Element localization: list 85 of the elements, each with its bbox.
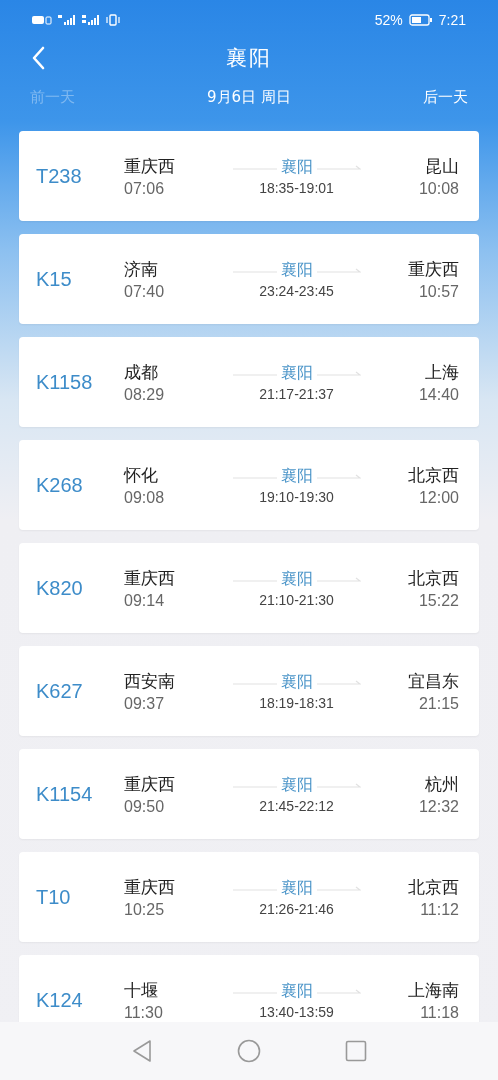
train-number: K268 [36, 473, 84, 497]
stop-station: 襄阳 [280, 568, 313, 590]
train-card[interactable]: K1158 成都 08:29 襄阳 21:17-21:37 上海 14:40 [19, 337, 479, 427]
battery-percent: 52% [374, 12, 403, 28]
train-card[interactable]: K1154 重庆西 09:50 襄阳 21:45-22:12 杭州 12:32 [19, 749, 479, 839]
arrival-time: 10:57 [418, 282, 459, 301]
back-nav-icon[interactable] [131, 1039, 153, 1063]
signal-icon [58, 15, 76, 25]
arrival-station: 上海南 [408, 978, 459, 1002]
train-card[interactable]: T10 重庆西 10:25 襄阳 21:26-21:46 北京西 11:12 [19, 852, 479, 942]
departure-station: 成都 [124, 360, 159, 384]
train-number: K124 [36, 988, 84, 1012]
stop-time: 23:24-23:45 [259, 282, 334, 299]
battery-icon [408, 14, 433, 26]
arrival-station: 宜昌东 [408, 669, 459, 693]
arrival-station: 上海 [425, 360, 459, 384]
departure-station: 重庆西 [124, 566, 176, 590]
departure-station: 重庆西 [124, 875, 176, 899]
arrival-time: 14:40 [418, 385, 459, 404]
train-number: T10 [36, 885, 72, 909]
train-number: K1154 [36, 782, 94, 806]
arrival-time: 11:12 [420, 900, 459, 919]
date-label: 9月6日 周日 [207, 87, 291, 107]
train-card[interactable]: T238 重庆西 07:06 襄阳 18:35-19:01 昆山 10:08 [19, 131, 479, 221]
departure-station: 重庆西 [124, 154, 176, 178]
stop-station: 襄阳 [280, 259, 313, 281]
stop-time: 19:10-19:30 [259, 488, 334, 505]
arrival-time: 12:32 [418, 797, 459, 816]
home-nav-icon[interactable] [237, 1039, 261, 1063]
departure-station: 怀化 [124, 463, 159, 487]
departure-time: 10:25 [124, 900, 166, 919]
stop-station: 襄阳 [280, 156, 313, 178]
stop-station: 襄阳 [280, 980, 313, 1002]
train-number: K820 [36, 576, 84, 600]
departure-time: 11:30 [124, 1003, 164, 1022]
back-icon[interactable] [31, 46, 45, 70]
hd-icon [32, 15, 52, 25]
arrival-time: 21:15 [418, 694, 459, 713]
stop-station: 襄阳 [280, 877, 313, 899]
departure-station: 西安南 [124, 669, 176, 693]
arrival-station: 昆山 [425, 154, 459, 178]
clock-time: 7:21 [438, 12, 466, 28]
stop-time: 18:35-19:01 [259, 179, 334, 196]
arrival-station: 北京西 [408, 463, 459, 487]
page-title: 襄阳 [226, 45, 272, 72]
departure-time: 08:29 [124, 385, 166, 404]
departure-time: 09:50 [124, 797, 166, 816]
arrival-station: 北京西 [408, 566, 459, 590]
train-card[interactable]: K15 济南 07:40 襄阳 23:24-23:45 重庆西 10:57 [19, 234, 479, 324]
recents-nav-icon[interactable] [345, 1040, 367, 1062]
stop-station: 襄阳 [280, 671, 313, 693]
vibrate-icon [106, 14, 120, 26]
train-number: K15 [36, 267, 73, 291]
arrival-station: 重庆西 [408, 257, 459, 281]
departure-time: 09:14 [124, 591, 166, 610]
train-number: K1158 [36, 370, 94, 394]
train-card[interactable]: K124 十堰 11:30 襄阳 13:40-13:59 上海南 11:18 [19, 955, 479, 1022]
departure-station: 济南 [124, 257, 159, 281]
arrival-time: 12:00 [418, 488, 459, 507]
stop-time: 21:10-21:30 [259, 591, 334, 608]
stop-station: 襄阳 [280, 465, 313, 487]
arrival-time: 15:22 [418, 591, 459, 610]
train-card[interactable]: K627 西安南 09:37 襄阳 18:19-18:31 宜昌东 21:15 [19, 646, 479, 736]
arrival-time: 10:08 [418, 179, 459, 198]
departure-station: 十堰 [124, 978, 159, 1002]
stop-time: 21:45-22:12 [259, 797, 334, 814]
stop-time: 21:26-21:46 [259, 900, 334, 917]
train-number: K627 [36, 679, 84, 703]
arrival-station: 北京西 [408, 875, 459, 899]
arrival-station: 杭州 [425, 772, 459, 796]
signal-icon [82, 15, 100, 25]
train-card[interactable]: K820 重庆西 09:14 襄阳 21:10-21:30 北京西 15:22 [19, 543, 479, 633]
stop-station: 襄阳 [280, 362, 313, 384]
stop-station: 襄阳 [280, 774, 313, 796]
stop-time: 18:19-18:31 [259, 694, 334, 711]
train-number: T238 [36, 164, 83, 188]
departure-time: 07:06 [124, 179, 166, 198]
train-card[interactable]: K268 怀化 09:08 襄阳 19:10-19:30 北京西 12:00 [19, 440, 479, 530]
stop-time: 21:17-21:37 [259, 385, 334, 402]
departure-station: 重庆西 [124, 772, 176, 796]
departure-time: 09:37 [124, 694, 166, 713]
stop-time: 13:40-13:59 [259, 1003, 334, 1020]
departure-time: 09:08 [124, 488, 166, 507]
arrival-time: 11:18 [420, 1003, 459, 1022]
departure-time: 07:40 [124, 282, 166, 301]
